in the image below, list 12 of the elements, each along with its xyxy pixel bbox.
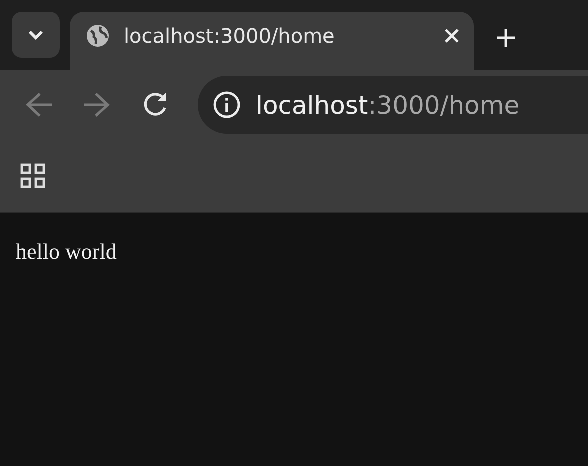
apps-grid-icon[interactable] — [20, 163, 46, 189]
address-bar[interactable]: localhost:3000/home — [198, 76, 588, 134]
browser-tab[interactable]: localhost:3000/home — [70, 12, 474, 70]
close-icon[interactable] — [444, 28, 460, 44]
tab-list-button[interactable] — [12, 12, 60, 58]
info-icon[interactable] — [212, 90, 242, 120]
url-text: localhost:3000/home — [256, 90, 520, 120]
chevron-down-icon — [26, 28, 46, 42]
tab-title: localhost:3000/home — [124, 24, 336, 50]
globe-icon — [86, 24, 110, 48]
new-tab-button[interactable] — [496, 28, 516, 48]
page-text: hello world — [16, 239, 117, 264]
